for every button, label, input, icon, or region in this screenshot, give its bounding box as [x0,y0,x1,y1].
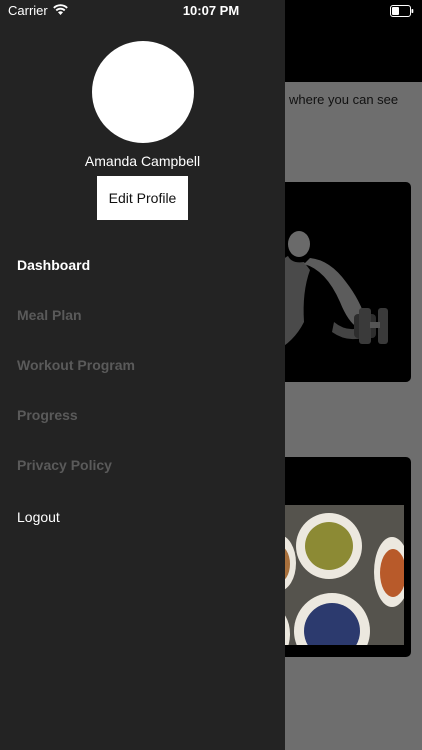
menu-item-progress[interactable]: Progress [17,407,78,423]
menu-item-meal-plan[interactable]: Meal Plan [17,307,82,323]
user-name: Amanda Campbell [84,153,201,169]
side-drawer: Amanda Campbell Edit Profile Dashboard M… [0,0,285,750]
battery-icon [390,5,414,17]
menu-item-workout-program[interactable]: Workout Program [17,357,135,373]
avatar[interactable] [92,41,194,143]
edit-profile-button[interactable]: Edit Profile [97,176,188,220]
menu-item-privacy-policy[interactable]: Privacy Policy [17,457,112,473]
menu-item-dashboard[interactable]: Dashboard [17,257,90,273]
workout-image [274,231,388,352]
dashboard-intro-text: where you can see [289,92,399,107]
menu-item-logout[interactable]: Logout [17,509,60,525]
status-bar: Carrier 10:07 PM [0,0,422,24]
meal-card[interactable] [274,457,411,657]
workout-card[interactable] [274,182,411,382]
clock: 10:07 PM [182,3,240,18]
meal-image [274,505,404,645]
